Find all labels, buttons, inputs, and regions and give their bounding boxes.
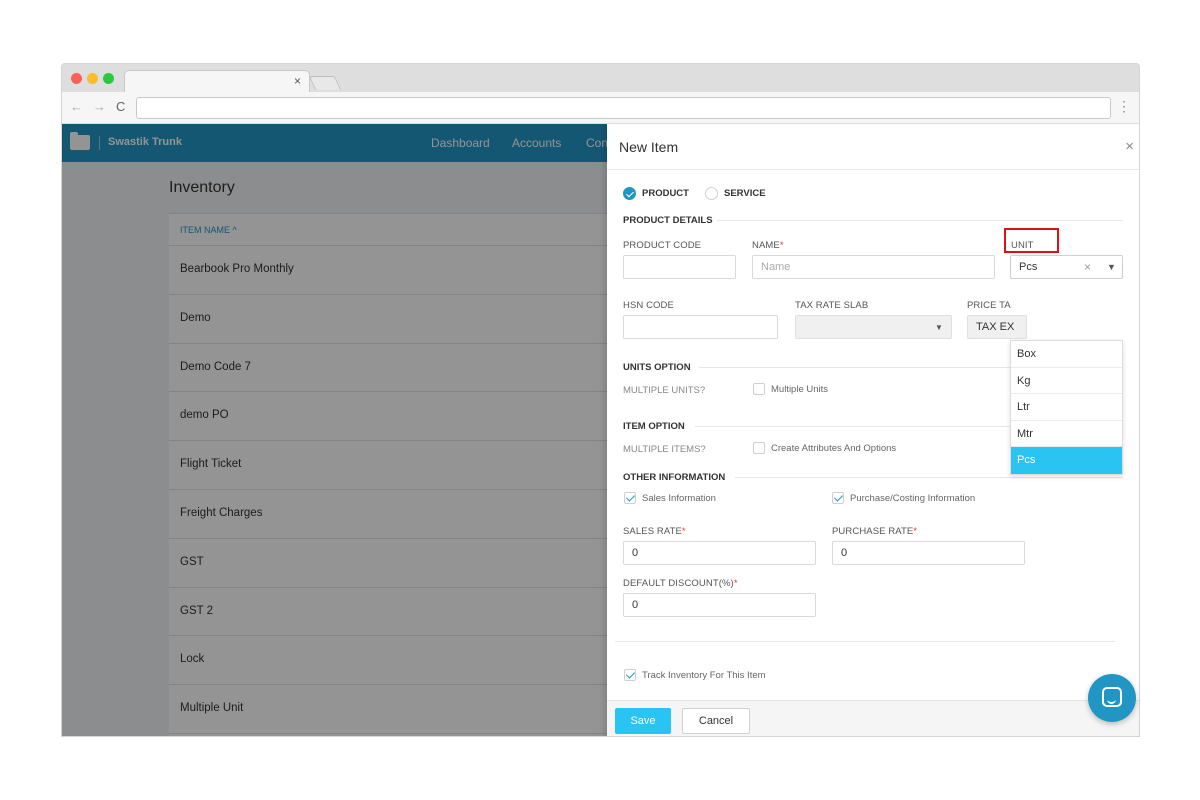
unit-option-ltr[interactable]: Ltr: [1011, 394, 1122, 421]
price-tax-label: PRICE TA: [967, 300, 1011, 311]
new-tab-button[interactable]: [308, 76, 342, 90]
drawer-header: New Item ×: [607, 124, 1139, 170]
drawer-footer: Save Cancel: [607, 700, 1139, 736]
multiple-units-checkbox-label[interactable]: Multiple Units: [771, 384, 828, 395]
app-area: Swastik Trunk Dashboard Accounts Con Inv…: [62, 124, 1139, 736]
purchase-information-label[interactable]: Purchase/Costing Information: [850, 493, 975, 504]
sales-information-label[interactable]: Sales Information: [642, 493, 716, 504]
tax-rate-slab-label: TAX RATE SLAB: [795, 300, 869, 311]
chevron-down-icon[interactable]: ▼: [1107, 262, 1116, 272]
multiple-units-checkbox[interactable]: [753, 383, 765, 395]
purchase-rate-input[interactable]: 0: [832, 541, 1025, 565]
section-other-information: OTHER INFORMATION: [623, 472, 726, 483]
unit-dropdown-menu: Box Kg Ltr Mtr Pcs: [1010, 340, 1123, 475]
create-attributes-checkbox[interactable]: [753, 442, 765, 454]
default-discount-label: DEFAULT DISCOUNT(%)*: [623, 578, 738, 589]
purchase-information-checkbox[interactable]: [832, 492, 844, 504]
browser-tab[interactable]: ×: [124, 70, 310, 92]
service-radio-label[interactable]: SERVICE: [724, 188, 766, 199]
section-product-details: PRODUCT DETAILS: [623, 215, 713, 226]
purchase-rate-label: PURCHASE RATE*: [832, 526, 917, 537]
reload-icon[interactable]: C: [116, 99, 125, 114]
required-mark: *: [681, 526, 686, 537]
address-bar-row: ← → C ⋮: [62, 92, 1139, 124]
save-button[interactable]: Save: [615, 708, 671, 734]
unit-option-box[interactable]: Box: [1011, 341, 1122, 368]
product-radio-label[interactable]: PRODUCT: [642, 188, 689, 199]
unit-option-mtr[interactable]: Mtr: [1011, 421, 1122, 447]
forward-icon[interactable]: →: [93, 99, 106, 114]
back-icon[interactable]: ←: [70, 99, 83, 114]
required-mark: *: [779, 240, 784, 251]
multiple-units-label: MULTIPLE UNITS?: [623, 385, 706, 396]
required-mark: *: [913, 526, 918, 537]
sales-rate-label: SALES RATE*: [623, 526, 686, 537]
browser-titlebar: ×: [62, 64, 1139, 92]
multiple-items-label: MULTIPLE ITEMS?: [623, 444, 706, 455]
url-input[interactable]: [136, 97, 1111, 119]
divider: [717, 220, 1123, 221]
divider: [735, 477, 1123, 478]
hsn-code-label: HSN CODE: [623, 300, 674, 311]
chat-launcher-button[interactable]: [1088, 674, 1136, 722]
tab-close-icon[interactable]: ×: [294, 74, 301, 88]
drawer-title: New Item: [619, 139, 679, 155]
sales-rate-label-text: SALES RATE: [623, 526, 682, 537]
track-inventory-checkbox[interactable]: [624, 669, 636, 681]
chevron-down-icon: ▼: [935, 323, 943, 332]
unit-label: UNIT: [1011, 240, 1034, 251]
chat-icon: [1102, 687, 1122, 707]
sales-rate-input[interactable]: 0: [623, 541, 816, 565]
section-item-option: ITEM OPTION: [623, 421, 685, 432]
create-attributes-checkbox-label[interactable]: Create Attributes And Options: [771, 443, 896, 454]
tax-rate-slab-select[interactable]: [795, 315, 952, 339]
new-item-drawer: New Item × PRODUCT SERVICE PRODUCT DETAI…: [607, 124, 1139, 736]
modal-backdrop[interactable]: [62, 124, 607, 736]
section-units-option: UNITS OPTION: [623, 362, 691, 373]
default-discount-input[interactable]: 0: [623, 593, 816, 617]
minimize-window-button[interactable]: [87, 73, 98, 84]
product-code-input[interactable]: [623, 255, 736, 279]
cancel-button[interactable]: Cancel: [682, 708, 750, 734]
close-icon[interactable]: ×: [1125, 138, 1134, 155]
divider: [615, 641, 1115, 642]
name-label: NAME*: [752, 240, 784, 251]
unit-select-value: Pcs: [1019, 261, 1038, 273]
price-tax-select[interactable]: TAX EX: [967, 315, 1027, 339]
close-window-button[interactable]: [71, 73, 82, 84]
browser-window: × ← → C ⋮ Swastik Trunk Dashboard Accoun…: [61, 63, 1140, 737]
default-discount-label-text: DEFAULT DISCOUNT(%): [623, 578, 734, 589]
unit-option-pcs[interactable]: Pcs: [1011, 447, 1122, 474]
hsn-code-input[interactable]: [623, 315, 778, 339]
name-input[interactable]: Name: [752, 255, 995, 279]
sales-information-checkbox[interactable]: [624, 492, 636, 504]
service-radio[interactable]: [705, 187, 718, 200]
name-label-text: NAME: [752, 240, 780, 251]
purchase-rate-label-text: PURCHASE RATE: [832, 526, 914, 537]
track-inventory-label[interactable]: Track Inventory For This Item: [642, 670, 766, 681]
unit-option-kg[interactable]: Kg: [1011, 368, 1122, 394]
required-mark: *: [733, 578, 738, 589]
browser-menu-icon[interactable]: ⋮: [1117, 98, 1131, 115]
clear-unit-icon[interactable]: ×: [1084, 260, 1091, 274]
product-radio[interactable]: [623, 187, 636, 200]
product-code-label: PRODUCT CODE: [623, 240, 702, 251]
maximize-window-button[interactable]: [103, 73, 114, 84]
